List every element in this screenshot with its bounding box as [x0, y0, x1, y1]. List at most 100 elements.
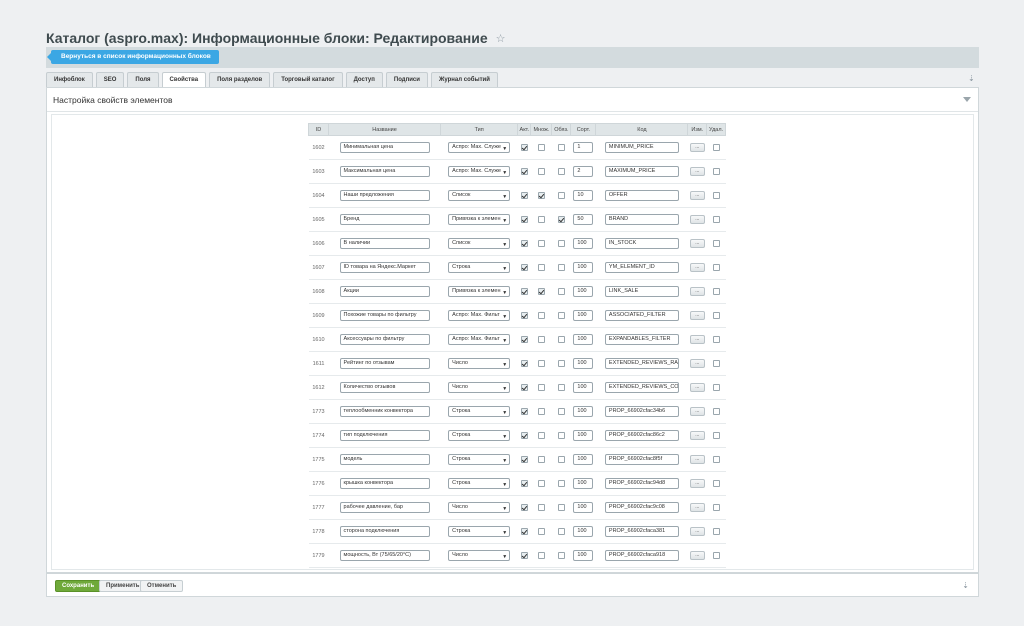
cancel-button[interactable]: Отменить	[140, 580, 184, 592]
sort-input[interactable]: 100	[573, 502, 594, 513]
multiple-checkbox[interactable]	[537, 192, 545, 199]
code-input[interactable]: EXTENDED_REVIEWS_COI	[604, 382, 679, 393]
type-select[interactable]: Аспро: Мах. Служе ▼	[448, 166, 511, 177]
type-select[interactable]: Число ▼	[448, 382, 511, 393]
required-checkbox[interactable]	[557, 384, 565, 391]
multiple-checkbox[interactable]	[537, 264, 545, 271]
delete-checkbox[interactable]	[712, 144, 720, 151]
active-checkbox[interactable]	[520, 504, 528, 511]
code-input[interactable]: PROP_66902cfac9c08	[604, 502, 679, 513]
required-checkbox[interactable]	[557, 336, 565, 343]
edit-button[interactable]: ...	[689, 311, 705, 320]
active-checkbox[interactable]	[520, 264, 528, 271]
edit-button[interactable]: ...	[689, 335, 705, 344]
multiple-checkbox[interactable]	[537, 312, 545, 319]
required-checkbox[interactable]	[557, 480, 565, 487]
tab-0[interactable]: Инфоблок	[46, 72, 93, 87]
delete-checkbox[interactable]	[712, 552, 720, 559]
multiple-checkbox[interactable]	[537, 360, 545, 367]
multiple-checkbox[interactable]	[537, 168, 545, 175]
type-select[interactable]: Привязка к элемен ▼	[448, 286, 511, 297]
edit-button[interactable]: ...	[689, 167, 705, 176]
delete-checkbox[interactable]	[712, 192, 720, 199]
edit-button[interactable]: ...	[689, 479, 705, 488]
sort-input[interactable]: 100	[573, 238, 594, 249]
name-input[interactable]: сторона подключения	[339, 526, 430, 537]
star-icon[interactable]: ☆	[496, 32, 506, 45]
edit-button[interactable]: ...	[689, 527, 705, 536]
edit-button[interactable]: ...	[689, 503, 705, 512]
multiple-checkbox[interactable]	[537, 144, 545, 151]
edit-button[interactable]: ...	[689, 551, 705, 560]
delete-checkbox[interactable]	[712, 528, 720, 535]
name-input[interactable]: модель	[339, 454, 430, 465]
multiple-checkbox[interactable]	[537, 408, 545, 415]
edit-button[interactable]: ...	[689, 407, 705, 416]
sort-input[interactable]: 100	[573, 430, 594, 441]
type-select[interactable]: Число ▼	[448, 502, 511, 513]
code-input[interactable]: PROP_66902cfac34b6	[604, 406, 679, 417]
section-header[interactable]: Настройка свойств элементов	[47, 88, 978, 112]
edit-button[interactable]: ...	[689, 191, 705, 200]
required-checkbox[interactable]	[557, 168, 565, 175]
tab-5[interactable]: Торговый каталог	[273, 72, 343, 87]
active-checkbox[interactable]	[520, 336, 528, 343]
sort-input[interactable]: 100	[573, 286, 594, 297]
name-input[interactable]: крышка конвектора	[339, 478, 430, 489]
required-checkbox[interactable]	[557, 144, 565, 151]
code-input[interactable]: EXPANDABLES_FILTER	[604, 334, 679, 345]
edit-button[interactable]: ...	[689, 143, 705, 152]
tab-4[interactable]: Поля разделов	[209, 72, 271, 87]
sort-input[interactable]: 100	[573, 406, 594, 417]
code-input[interactable]: BRAND	[604, 214, 679, 225]
code-input[interactable]: MAXIMUM_PRICE	[604, 166, 679, 177]
active-checkbox[interactable]	[520, 192, 528, 199]
active-checkbox[interactable]	[520, 480, 528, 487]
delete-checkbox[interactable]	[712, 264, 720, 271]
type-select[interactable]: Список ▼	[448, 238, 511, 249]
delete-checkbox[interactable]	[712, 168, 720, 175]
name-input[interactable]: Рейтинг по отзывам	[339, 358, 430, 369]
delete-checkbox[interactable]	[712, 216, 720, 223]
sort-input[interactable]: 50	[573, 214, 594, 225]
required-checkbox[interactable]	[557, 432, 565, 439]
save-button[interactable]: Сохранить	[55, 580, 102, 592]
edit-button[interactable]: ...	[689, 263, 705, 272]
active-checkbox[interactable]	[520, 144, 528, 151]
code-input[interactable]: PROP_66902cfaca918	[604, 550, 679, 561]
active-checkbox[interactable]	[520, 288, 528, 295]
pin-icon[interactable]: ⇣	[968, 74, 975, 83]
required-checkbox[interactable]	[557, 240, 565, 247]
active-checkbox[interactable]	[520, 528, 528, 535]
pin-icon[interactable]: ⇣	[962, 581, 969, 590]
delete-checkbox[interactable]	[712, 312, 720, 319]
collapse-icon[interactable]	[963, 97, 971, 102]
delete-checkbox[interactable]	[712, 456, 720, 463]
name-input[interactable]: Аксессуары по фильтру	[339, 334, 430, 345]
sort-input[interactable]: 100	[573, 550, 594, 561]
active-checkbox[interactable]	[520, 552, 528, 559]
code-input[interactable]: PROP_66902cfac94d8	[604, 478, 679, 489]
required-checkbox[interactable]	[557, 456, 565, 463]
edit-button[interactable]: ...	[689, 359, 705, 368]
sort-input[interactable]: 100	[573, 310, 594, 321]
required-checkbox[interactable]	[557, 552, 565, 559]
tab-6[interactable]: Доступ	[345, 72, 383, 87]
tab-2[interactable]: Поля	[127, 72, 159, 87]
type-select[interactable]: Строка ▼	[448, 406, 511, 417]
code-input[interactable]: PROP_66902cfac8f5f	[604, 454, 679, 465]
sort-input[interactable]: 1	[573, 142, 594, 153]
code-input[interactable]: YM_ELEMENT_ID	[604, 262, 679, 273]
type-select[interactable]: Число ▼	[448, 358, 511, 369]
multiple-checkbox[interactable]	[537, 384, 545, 391]
delete-checkbox[interactable]	[712, 288, 720, 295]
code-input[interactable]: LINK_SALE	[604, 286, 679, 297]
type-select[interactable]: Строка ▼	[448, 478, 511, 489]
back-to-list-button[interactable]: Вернуться в список информационных блоков	[47, 50, 219, 64]
active-checkbox[interactable]	[520, 384, 528, 391]
multiple-checkbox[interactable]	[537, 216, 545, 223]
code-input[interactable]: ASSOCIATED_FILTER	[604, 310, 679, 321]
sort-input[interactable]: 100	[573, 334, 594, 345]
name-input[interactable]: Похожие товары по фильтру	[339, 310, 430, 321]
multiple-checkbox[interactable]	[537, 288, 545, 295]
